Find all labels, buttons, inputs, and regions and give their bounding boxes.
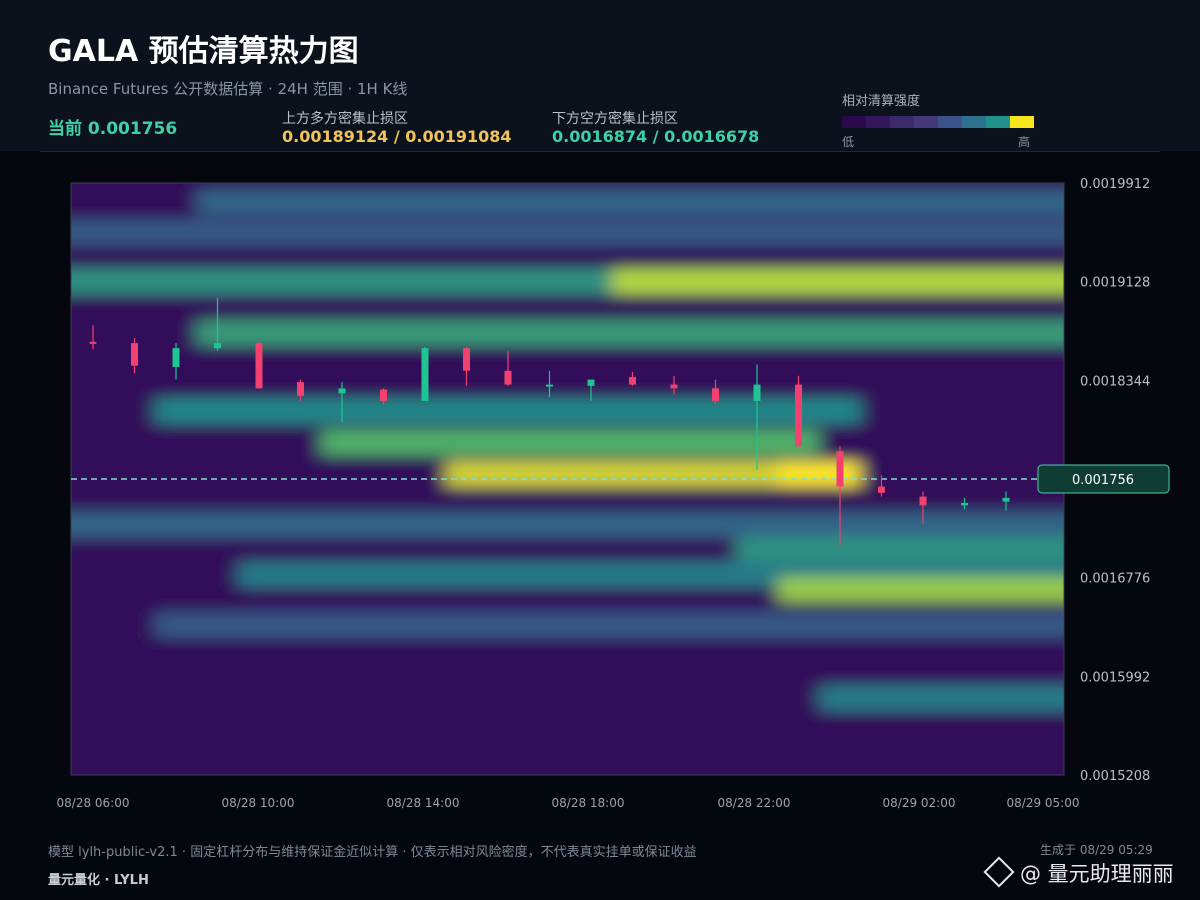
candle-body [380, 389, 387, 401]
y-tick-label: 0.0016776 [1080, 572, 1150, 587]
candle-body [504, 370, 512, 385]
candle-body [795, 384, 802, 447]
y-tick-label: 0.0019912 [1080, 177, 1150, 192]
candle-body [1002, 497, 1010, 502]
candle-body [463, 348, 470, 371]
liquidation-band [196, 189, 1064, 216]
x-tick-label: 08/28 18:00 [552, 796, 625, 810]
x-tick-label: 08/29 05:00 [1007, 796, 1080, 810]
candle-body [670, 384, 678, 389]
liquidation-band [71, 511, 1064, 538]
y-tick-label: 0.0019128 [1080, 276, 1150, 291]
liquidation-band [196, 320, 1064, 347]
candle-body [255, 343, 263, 389]
liquidation-band [819, 684, 1064, 711]
x-tick-label: 08/28 10:00 [222, 796, 295, 810]
candle-body [836, 451, 844, 487]
liquidation-band [321, 429, 820, 456]
candle-body [629, 377, 636, 385]
candle-body [587, 379, 595, 386]
candle-body [131, 343, 138, 366]
y-tick-label: 0.0015208 [1080, 769, 1150, 784]
watermark: @ 量元助理丽丽 [983, 856, 1174, 888]
candle-body [172, 348, 180, 367]
generated-time: 生成于 08/29 05:29 [1040, 843, 1153, 857]
footer-note: 模型 lylh-public-v2.1 · 固定杠杆分布与维持保证金近似计算 ·… [48, 845, 697, 860]
x-tick-label: 08/28 06:00 [57, 796, 130, 810]
candle-body [421, 348, 429, 401]
candle-body [753, 384, 761, 401]
liquidation-band [736, 536, 1064, 563]
candle-body [297, 382, 304, 396]
candle-body [878, 486, 885, 493]
candle-body [338, 388, 346, 394]
x-tick-label: 08/29 02:00 [883, 796, 956, 810]
liquidation-band [611, 268, 1064, 295]
y-tick-label: 0.0018344 [1080, 374, 1150, 389]
candle-body [89, 341, 97, 344]
candle-body [961, 502, 968, 506]
candle [255, 341, 263, 389]
x-tick-label: 08/28 14:00 [387, 796, 460, 810]
watermark-text: @ 量元助理丽丽 [1020, 862, 1174, 886]
candle-body [919, 496, 927, 506]
y-tick-label: 0.0015992 [1080, 670, 1150, 685]
liquidation-band [155, 611, 1064, 638]
liquidation-band [155, 398, 861, 425]
liquidation-band [777, 576, 1064, 603]
current-price-tag-text: 0.001756 [1072, 473, 1134, 488]
liquidation-band [777, 460, 861, 487]
candle-body [546, 384, 553, 387]
candle [421, 346, 429, 401]
candle-body [712, 388, 719, 401]
diamond-logo-icon [983, 856, 1015, 888]
footer-brand: 量元量化 · LYLH [48, 873, 149, 888]
x-tick-label: 08/28 22:00 [718, 796, 791, 810]
heatmap-page: GALA 预估清算热力图 Binance Futures 公开数据估算 · 24… [0, 0, 1200, 900]
liquidation-band [71, 219, 1064, 246]
heatmap-chart: 0.001756 0.0019912 0.0019128 0.0018344 0.00… [57, 177, 1170, 810]
candle-body [214, 343, 221, 349]
candle [795, 375, 802, 447]
